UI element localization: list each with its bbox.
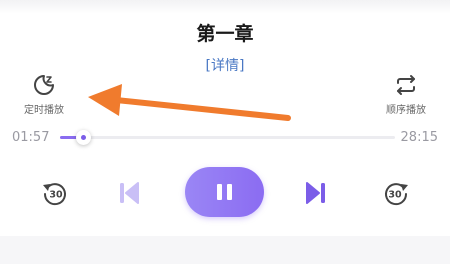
next-button[interactable] <box>305 180 329 206</box>
progress-track[interactable] <box>60 130 395 145</box>
rewind-30-button[interactable]: 30 <box>40 178 70 208</box>
annotation-arrow <box>88 84 291 121</box>
previous-button[interactable] <box>118 180 140 206</box>
total-time: 28:15 <box>400 130 438 145</box>
forward-30-button[interactable]: 30 <box>381 178 411 208</box>
forward-seconds: 30 <box>388 190 402 201</box>
forward-30-icon: 30 <box>385 183 408 206</box>
next-track-icon <box>306 182 325 204</box>
previous-track-icon <box>120 182 139 204</box>
current-time: 01:57 <box>12 130 50 145</box>
bottom-strip <box>0 236 450 264</box>
rewind-seconds: 30 <box>49 190 63 201</box>
pause-button[interactable] <box>185 167 264 217</box>
rewind-30-icon: 30 <box>43 183 66 206</box>
pause-icon <box>217 184 222 200</box>
